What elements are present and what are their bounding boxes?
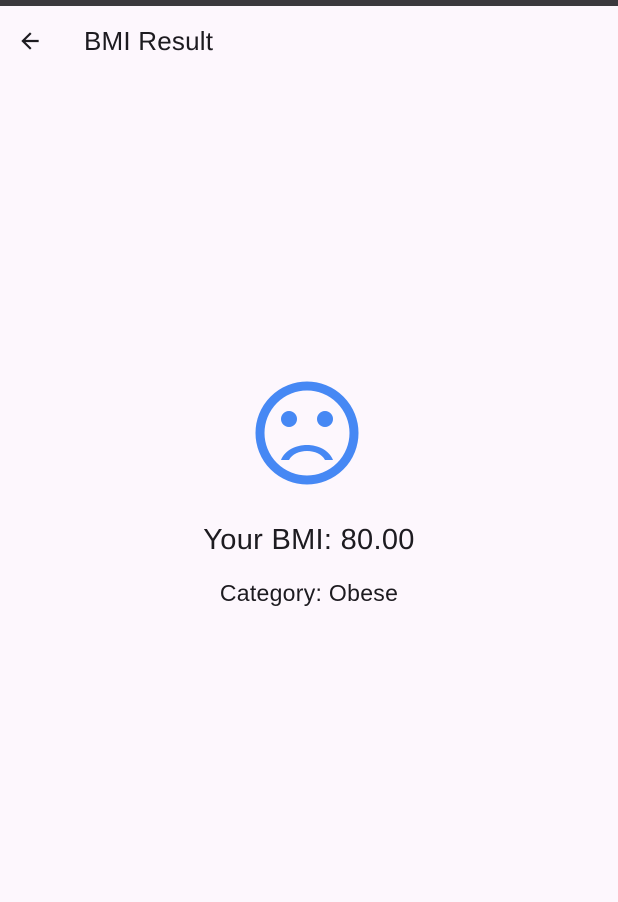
app-bar: BMI Result (0, 6, 618, 76)
sad-face-icon (255, 381, 359, 485)
bmi-category-text: Category: Obese (219, 580, 399, 606)
result-content: Your BMI: 80.00 Category: Obese (0, 76, 618, 902)
back-button[interactable] (2, 13, 58, 69)
page-title: BMI Result (84, 25, 214, 56)
arrow-back-icon (21, 32, 39, 50)
bmi-value-text: Your BMI: 80.00 (203, 524, 415, 556)
